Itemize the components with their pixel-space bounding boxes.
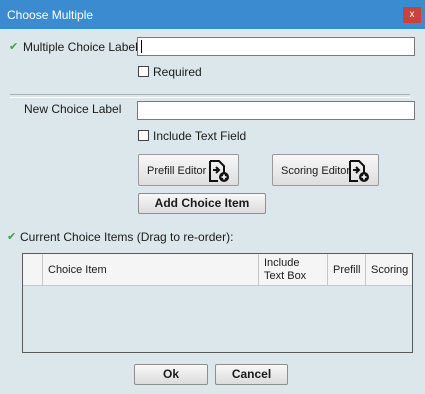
separator [10,94,410,98]
column-label: Prefill [333,264,361,276]
dialog-title: Choose Multiple [7,8,94,22]
column-label: Include [264,257,300,269]
multiple-choice-label: Multiple Choice Label [23,40,138,54]
cancel-button[interactable]: Cancel [215,364,288,385]
title-bar[interactable]: Choose Multiple x [0,0,425,29]
column-choice-item[interactable]: Choice Item [43,254,259,285]
include-text-field-label: Include Text Field [153,129,247,143]
document-add-icon [349,160,369,182]
current-choice-items-label: Current Choice Items (Drag to re-order): [20,230,234,244]
column-include-text-box[interactable]: Include Text Box [259,254,328,285]
new-choice-label: New Choice Label [24,102,122,116]
required-checkbox[interactable] [138,66,149,77]
row-header-column [23,254,43,285]
column-label: Choice Item [48,264,107,276]
new-choice-label-input[interactable] [137,101,415,120]
check-icon: ✔ [7,231,17,243]
choose-multiple-dialog: Choose Multiple x ✔ Multiple Choice Labe… [0,0,425,394]
close-button[interactable]: x [403,7,421,23]
add-choice-item-button[interactable]: Add Choice Item [138,193,266,214]
column-label: Scoring [371,264,409,276]
scoring-editor-button[interactable]: Scoring Editor [272,154,379,186]
document-add-icon [209,160,229,182]
required-label: Required [153,65,202,79]
ok-button[interactable]: Ok [134,364,208,385]
text-cursor [141,40,142,53]
column-prefill[interactable]: Prefill [328,254,366,285]
column-scoring[interactable]: Scoring [366,254,412,285]
column-label: Text Box [264,270,307,282]
include-text-field-checkbox[interactable] [138,130,149,141]
check-icon: ✔ [9,41,19,53]
table-header: Choice Item Include Text Box Prefill Sco… [23,254,412,286]
multiple-choice-label-input[interactable] [137,37,415,56]
prefill-editor-button[interactable]: Prefill Editor [138,154,239,186]
prefill-editor-label: Prefill Editor [147,165,207,177]
scoring-editor-label: Scoring Editor [281,165,351,177]
choice-items-table[interactable]: Choice Item Include Text Box Prefill Sco… [22,253,413,353]
